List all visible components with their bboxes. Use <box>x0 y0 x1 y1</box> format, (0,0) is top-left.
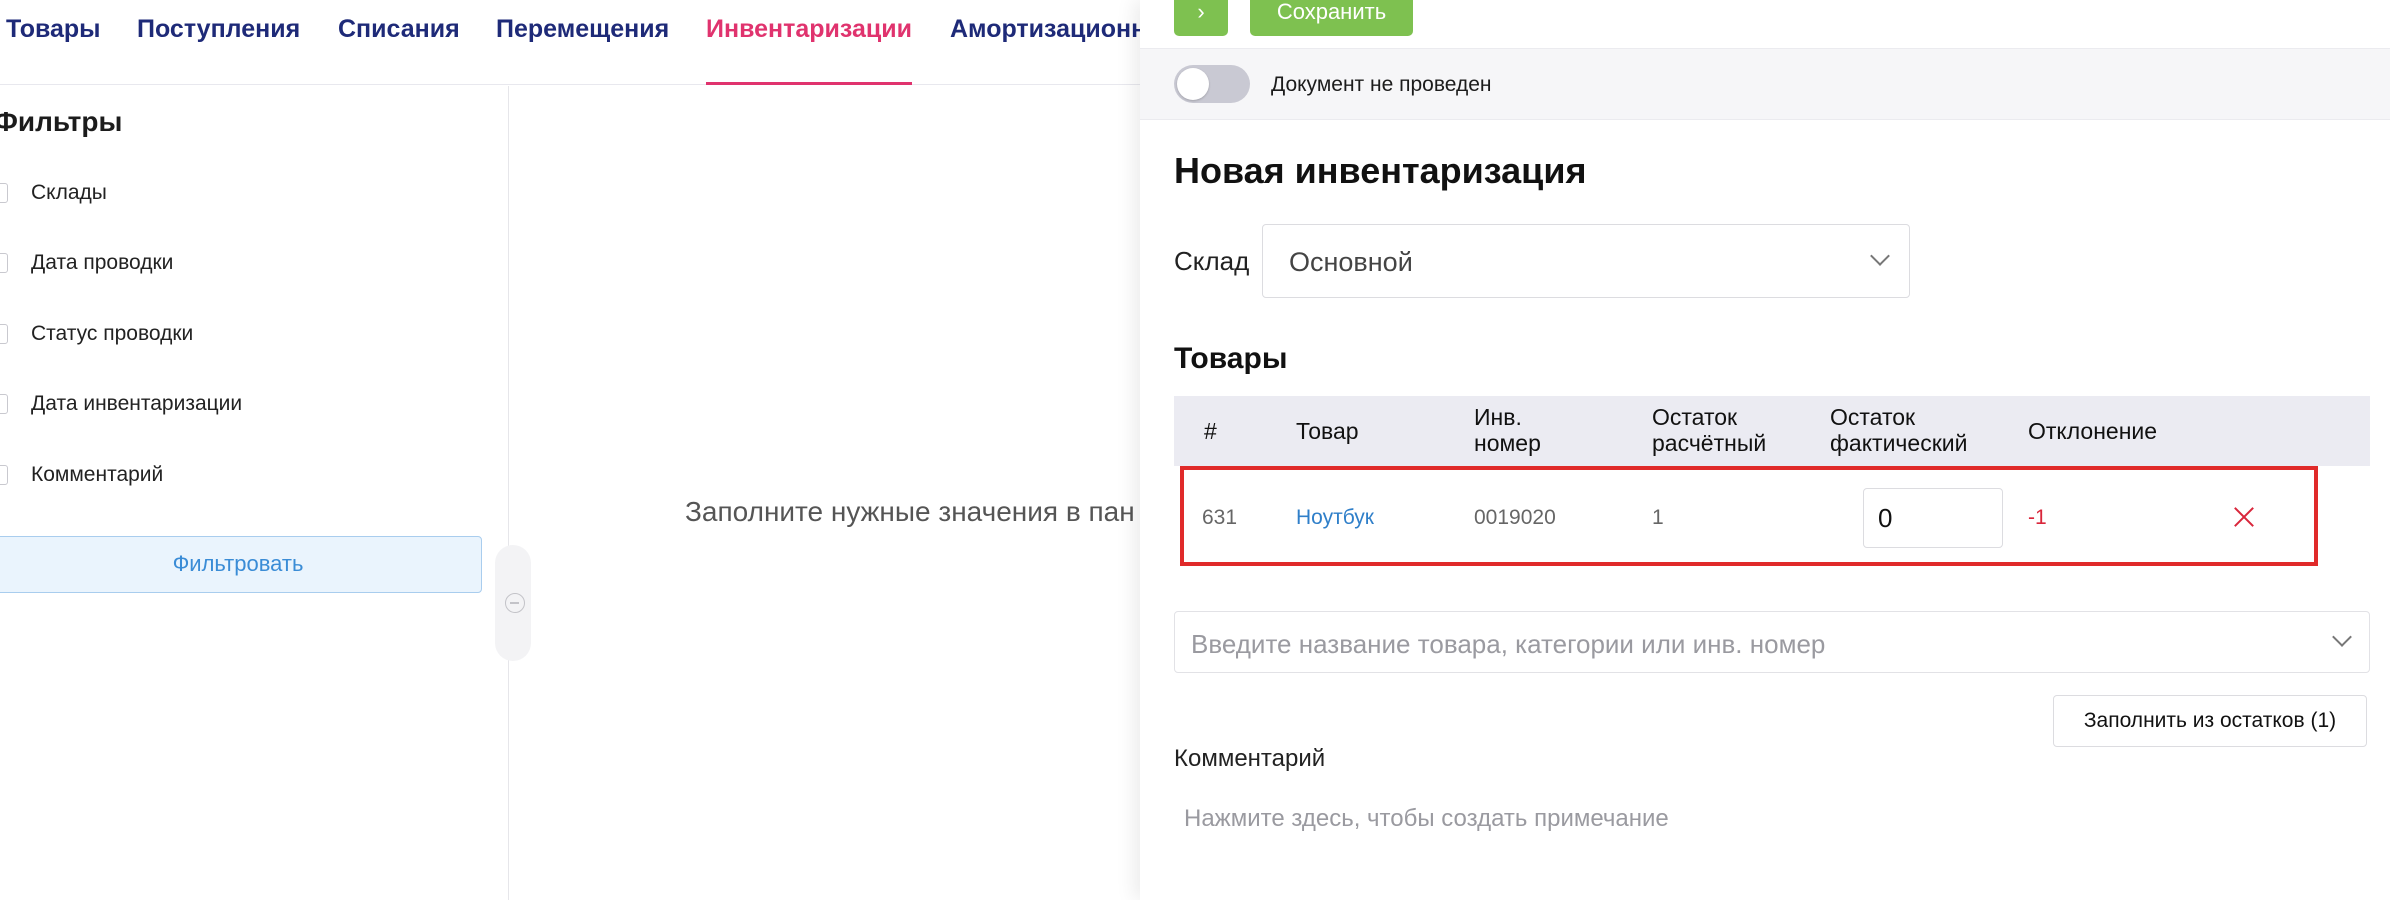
product-search-input[interactable]: Введите название товара, категории или и… <box>1174 611 2370 673</box>
collapse-icon <box>505 593 525 613</box>
chevron-down-icon <box>1870 246 1890 266</box>
chevron-down-icon <box>2332 627 2352 647</box>
calc-rest: 1 <box>1652 506 1664 529</box>
actual-rest-input[interactable]: 0 <box>1863 488 2003 548</box>
filter-label: Комментарий <box>31 463 164 486</box>
apply-filter-button[interactable]: Фильтровать <box>0 536 482 593</box>
products-section-title: Товары <box>1174 342 1288 375</box>
filter-inventory-date[interactable]: Дата инвентаризации <box>0 389 480 419</box>
tab-write-offs[interactable]: Списания <box>338 0 460 85</box>
comment-input[interactable]: Нажмите здесь, чтобы создать примечание <box>1184 805 1669 833</box>
col-header-inv-number: Инв. номер <box>1474 404 1541 456</box>
table-row: 631 Ноутбук 0019020 1 0 -1 <box>1174 466 2370 570</box>
tab-inventories[interactable]: Инвентаризации <box>706 0 913 85</box>
inventory-page: Товары Поступления Списания Перемещения … <box>0 0 2390 900</box>
next-button[interactable]: › <box>1174 0 1228 36</box>
checkbox[interactable] <box>0 324 8 344</box>
filter-warehouses[interactable]: Склады <box>0 178 480 208</box>
col-header-actual-rest: Остаток фактический <box>1830 404 1967 456</box>
deviation-value: -1 <box>2028 506 2047 529</box>
col-header-text: фактический <box>1830 430 1968 456</box>
col-header-calc-rest: Остаток расчётный <box>1652 404 1766 456</box>
post-document-toggle[interactable] <box>1174 65 1250 103</box>
col-header-text: расчётный <box>1652 430 1767 456</box>
filters-title: Фильтры <box>0 106 123 137</box>
tab-depreciation[interactable]: Амортизационн <box>950 0 1146 85</box>
tab-products[interactable]: Товары <box>6 0 101 85</box>
search-placeholder: Введите название товара, категории или и… <box>1191 629 1826 659</box>
filter-label: Статус проводки <box>31 322 194 345</box>
document-status-bar: Документ не проведен <box>1140 48 2390 120</box>
filter-label: Дата инвентаризации <box>31 392 243 415</box>
filter-comment[interactable]: Комментарий <box>0 460 480 490</box>
col-header-text: Остаток <box>1830 404 1916 430</box>
sidebar-collapse-handle[interactable] <box>495 545 531 661</box>
filters-sidebar: Фильтры Склады Дата проводки Статус пров… <box>0 86 509 900</box>
col-header-text: Остаток <box>1652 404 1738 430</box>
filter-label: Дата проводки <box>31 251 174 274</box>
col-header-product: Товар <box>1296 418 1359 444</box>
warehouse-select[interactable]: Основной <box>1262 224 1910 298</box>
checkbox[interactable] <box>0 465 8 485</box>
filter-posting-status[interactable]: Статус проводки <box>0 319 480 349</box>
document-status-text: Документ не проведен <box>1271 73 1492 96</box>
fill-from-rests-button[interactable]: Заполнить из остатков (1) <box>2053 695 2367 747</box>
col-header-deviation: Отклонение <box>2028 418 2158 444</box>
tab-receipts[interactable]: Поступления <box>137 0 300 85</box>
checkbox[interactable] <box>0 253 8 273</box>
close-icon[interactable] <box>2233 506 2255 528</box>
inv-number: 0019020 <box>1474 506 1556 529</box>
tab-transfers[interactable]: Перемещения <box>496 0 669 85</box>
toggle-knob <box>1177 68 1209 100</box>
product-link[interactable]: Ноутбук <box>1296 506 1374 530</box>
row-num: 631 <box>1202 506 1238 529</box>
col-header-text: номер <box>1474 430 1541 456</box>
panel-toolbar: › Сохранить <box>1140 0 2390 48</box>
top-nav: Товары Поступления Списания Перемещения … <box>0 0 1200 85</box>
filter-posting-date[interactable]: Дата проводки <box>0 248 480 278</box>
checkbox[interactable] <box>0 183 8 203</box>
col-header-text: Инв. <box>1474 404 1522 430</box>
save-button[interactable]: Сохранить <box>1250 0 1413 36</box>
checkbox[interactable] <box>0 394 8 414</box>
col-header-num: # <box>1204 418 1217 444</box>
empty-state-message: Заполните нужные значения в пан <box>685 496 1135 527</box>
filter-label: Склады <box>31 181 107 204</box>
inventory-document-panel: › Сохранить Документ не проведен Новая и… <box>1140 0 2390 900</box>
document-title: Новая инвентаризация <box>1174 150 1587 191</box>
comment-label: Комментарий <box>1174 745 1326 772</box>
warehouse-value: Основной <box>1289 247 1413 277</box>
warehouse-label: Склад <box>1174 246 1250 276</box>
products-table-header: # Товар Инв. номер Остаток расчётный Ост… <box>1174 396 2370 466</box>
